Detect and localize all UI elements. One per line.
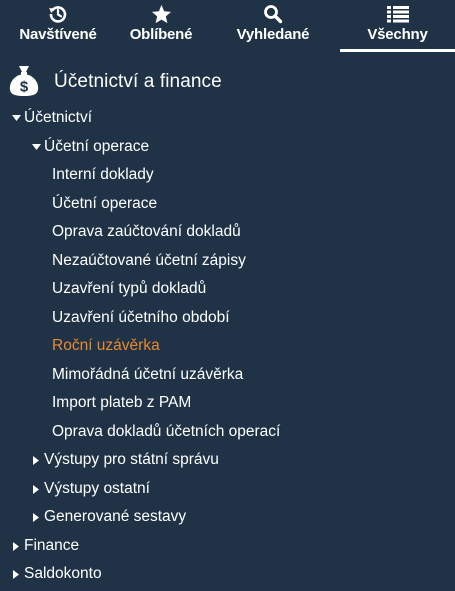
caret-right-icon [11, 569, 21, 579]
tree-leaf[interactable]: Uzavření typů dokladů [52, 276, 206, 302]
tab-vyhledane[interactable]: Vyhledané [206, 0, 340, 52]
tab-label: Oblíbené [129, 26, 193, 43]
tree-leaf-label: Oprava dokladů účetních operací [52, 423, 281, 440]
tree-node-saldokonto[interactable]: Saldokonto [11, 561, 102, 587]
tree-leaf-label: Interní doklady [52, 166, 154, 183]
tree-node-finance[interactable]: Finance [11, 533, 79, 559]
tab-vsechny[interactable]: Všechny [340, 0, 455, 52]
tree-leaf-label: Roční uzávěrka [52, 337, 160, 354]
tree-leaf[interactable]: Oprava dokladů účetních operací [52, 419, 280, 445]
tree-leaf-label: Uzavření účetního období [52, 309, 230, 326]
tree-node-ucetni-operace[interactable]: Účetní operace [31, 134, 149, 160]
section-title: Účetnictví a finance [54, 71, 222, 92]
section-header: $ Účetnictví a finance [8, 64, 222, 100]
tree-node-label: Finance [24, 537, 80, 554]
tree-leaf-label: Mimořádná účetní uzávěrka [52, 366, 244, 383]
tab-navstivene[interactable]: Navštívené [0, 0, 116, 52]
tab-label: Vyhledané [236, 26, 310, 43]
tree-leaf[interactable]: Import plateb z PAM [52, 390, 191, 416]
tree-leaf-label: Uzavření typů dokladů [52, 280, 207, 297]
tree-node-vystupy-ostatni[interactable]: Výstupy ostatní [31, 476, 150, 502]
tab-label: Všechny [367, 26, 428, 43]
tree-node-label: Výstupy pro státní správu [44, 451, 219, 468]
tree-leaf-label: Import plateb z PAM [52, 394, 192, 411]
tree-leaf-label: Nezaúčtované účetní zápisy [52, 252, 246, 269]
tree-node-label: Účetnictví [24, 109, 93, 126]
tree-leaf-label: Účetní operace [52, 195, 158, 212]
tree-leaf[interactable]: Uzavření účetního období [52, 305, 230, 331]
star-icon [151, 3, 172, 25]
tree-node-label: Účetní operace [44, 138, 150, 155]
tree-leaf[interactable]: Mimořádná účetní uzávěrka [52, 362, 243, 388]
money-bag-icon: $ [8, 63, 40, 102]
caret-right-icon [11, 541, 21, 551]
search-icon [263, 3, 283, 25]
tree-leaf[interactable]: Oprava zaúčtování dokladů [52, 219, 241, 245]
tab-bar: Navštívené Oblíbené Vyhledané Všechny [0, 0, 455, 52]
tree-node-label: Generované sestavy [44, 508, 187, 525]
history-icon [48, 3, 68, 25]
tree-node-ucetnictvi[interactable]: Účetnictví [11, 105, 92, 131]
svg-text:$: $ [20, 78, 29, 95]
tree-leaf-label: Oprava zaúčtování dokladů [52, 223, 241, 240]
tab-label: Navštívené [19, 26, 97, 43]
tree-leaf-active[interactable]: Roční uzávěrka [52, 333, 160, 359]
caret-down-icon [11, 113, 21, 123]
list-icon [386, 3, 409, 25]
tree-leaf[interactable]: Nezaúčtované účetní zápisy [52, 248, 246, 274]
tree-node-label: Výstupy ostatní [44, 480, 150, 497]
tree-node-generovane-sestavy[interactable]: Generované sestavy [31, 504, 186, 530]
tree-node-vystupy-statni-sprava[interactable]: Výstupy pro státní správu [31, 447, 219, 473]
tree-leaf[interactable]: Účetní operace [52, 191, 157, 217]
tree-leaf[interactable]: Interní doklady [52, 162, 154, 188]
tab-oblibene[interactable]: Oblíbené [116, 0, 206, 52]
caret-right-icon [31, 512, 41, 522]
navigation-panel: Navštívené Oblíbené Vyhledané Všechny $ … [0, 0, 455, 591]
caret-down-icon [31, 142, 41, 152]
caret-right-icon [31, 484, 41, 494]
tree-node-label: Saldokonto [24, 565, 102, 582]
caret-right-icon [31, 455, 41, 465]
